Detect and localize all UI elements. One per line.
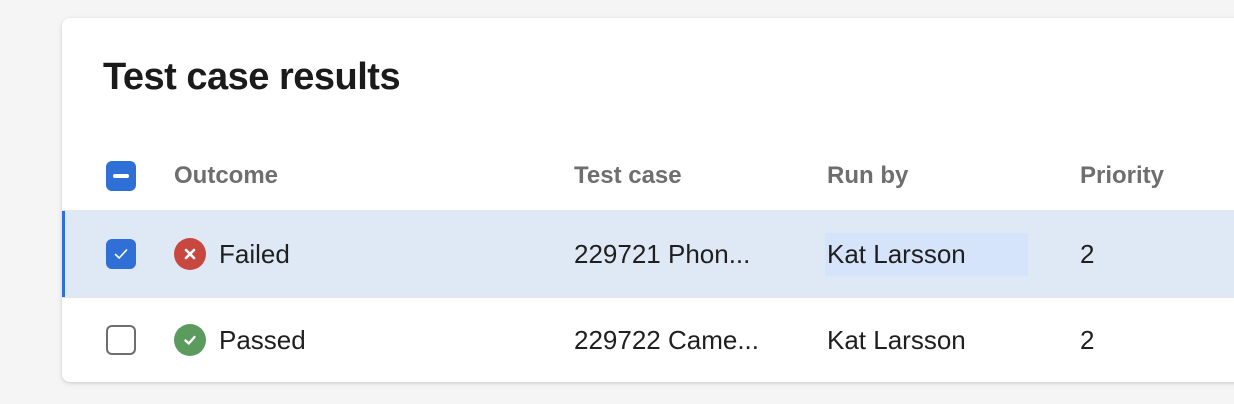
row-select-cell: [106, 211, 140, 297]
failed-x-icon: [174, 238, 206, 270]
outcome-cell: Failed: [174, 211, 554, 297]
run-by-label: Kat Larsson: [825, 232, 1028, 276]
run-by-cell[interactable]: Kat Larsson: [827, 298, 1067, 382]
run-by-cell[interactable]: Kat Larsson: [825, 211, 1067, 297]
row-select-cell: [106, 298, 140, 382]
column-header-outcome[interactable]: Outcome: [174, 142, 554, 210]
test-case-cell[interactable]: 229721 Phon...: [574, 211, 814, 297]
checkmark-icon: [114, 249, 128, 259]
outcome-label: Failed: [219, 238, 290, 269]
priority-cell: 2: [1080, 324, 1095, 355]
priority-cell: 2: [1080, 238, 1095, 269]
passed-check-icon: [174, 324, 206, 356]
table-header-row: Outcome Test case Run by Priority: [62, 142, 1234, 210]
select-all-checkbox[interactable]: [106, 161, 136, 191]
column-header-priority[interactable]: Priority: [1080, 142, 1230, 210]
selection-indicator: [62, 211, 65, 297]
column-header-test-case[interactable]: Test case: [574, 142, 814, 210]
select-all-cell: [106, 142, 140, 210]
table-row[interactable]: Failed 229721 Phon... Kat Larsson 2: [62, 211, 1234, 297]
table-row[interactable]: Passed 229722 Came... Kat Larsson 2: [62, 298, 1234, 382]
indeterminate-icon: [113, 174, 129, 178]
outcome-cell: Passed: [174, 298, 554, 382]
test-results-card: Test case results Outcome Test case Run …: [62, 18, 1234, 382]
test-case-label: 229721 Phon...: [574, 238, 751, 269]
outcome-label: Passed: [219, 324, 306, 355]
column-header-run-by[interactable]: Run by: [827, 142, 1067, 210]
test-case-label: 229722 Came...: [574, 324, 760, 355]
run-by-label: Kat Larsson: [827, 324, 966, 355]
test-case-cell[interactable]: 229722 Came...: [574, 298, 814, 382]
row-checkbox[interactable]: [106, 239, 136, 269]
page-title: Test case results: [103, 56, 401, 98]
row-checkbox[interactable]: [106, 325, 136, 355]
